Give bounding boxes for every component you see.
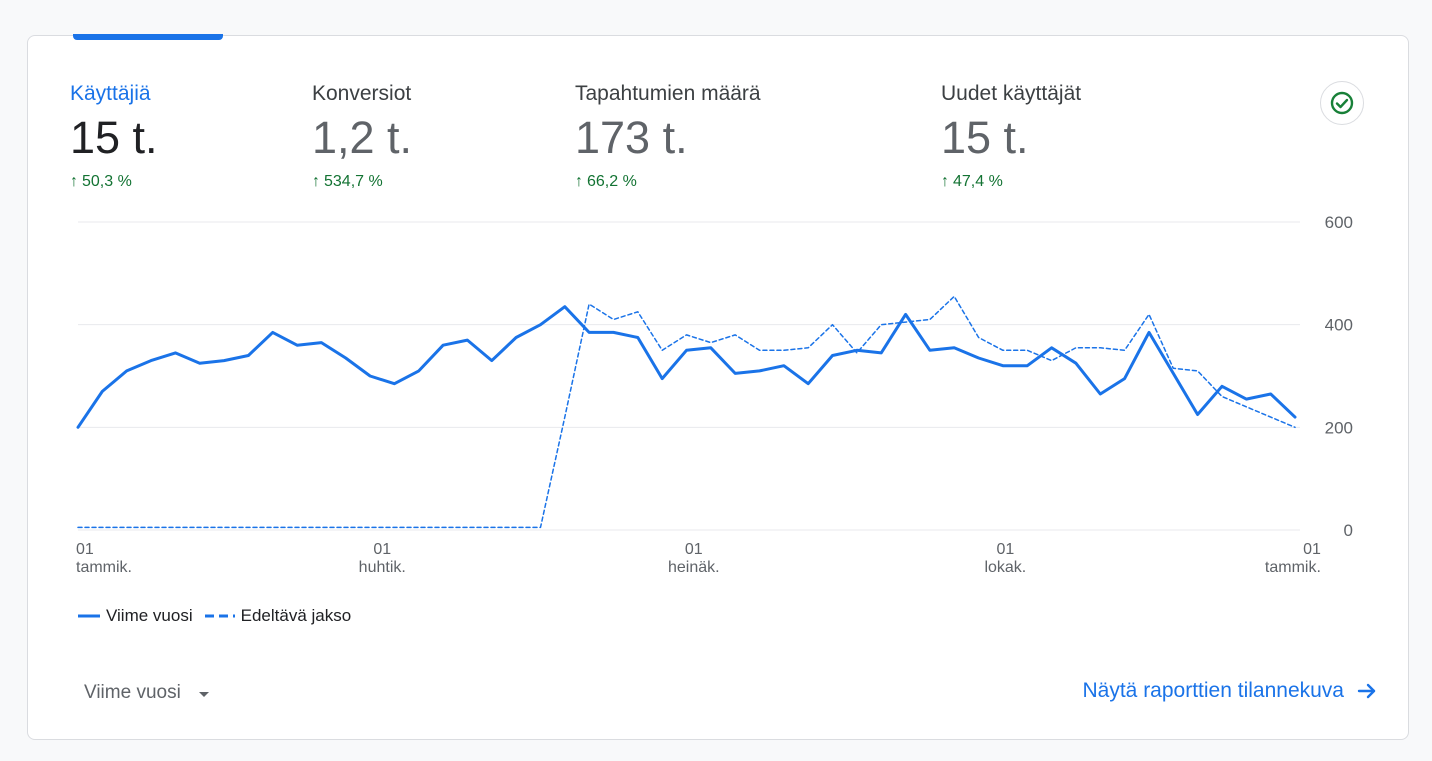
arrow-right-icon xyxy=(1357,683,1376,699)
x-tick-day: 01 xyxy=(996,541,1014,558)
legend-label-current: Viime vuosi xyxy=(106,606,193,625)
x-tick-month: tammik. xyxy=(1265,559,1321,576)
y-tick-label: 0 xyxy=(1344,521,1353,540)
solid-line-swatch xyxy=(78,614,100,618)
report-link-label: Näytä raporttien tilannekuva xyxy=(1082,679,1345,702)
overview-card: Käyttäjiä 15 t. ↑ 50,3 % Konversiot 1,2 t… xyxy=(27,34,1409,740)
dashed-line-swatch xyxy=(204,614,235,618)
x-tick-month: tammik. xyxy=(76,559,132,576)
caret-down-icon xyxy=(198,691,209,697)
line-chart: 600400200001tammik.01huhtik.01heinäk.01l… xyxy=(76,213,1353,576)
y-tick-label: 200 xyxy=(1325,418,1353,437)
view-reports-snapshot-link[interactable]: Näytä raporttien tilannekuva xyxy=(1083,679,1379,703)
x-tick-month: huhtik. xyxy=(359,559,406,576)
x-tick-month: lokak. xyxy=(984,559,1026,576)
x-tick-month: heinäk. xyxy=(668,559,720,576)
x-tick-day: 01 xyxy=(685,541,703,558)
y-tick-label: 400 xyxy=(1325,316,1353,335)
x-tick-day: 01 xyxy=(373,541,391,558)
x-tick-day: 01 xyxy=(1303,541,1321,558)
legend-item-previous: Edeltävä jakso xyxy=(204,606,352,626)
period-dropdown-value: Viime vuosi xyxy=(84,682,181,703)
series-line-previous xyxy=(77,295,1296,529)
y-tick-label: 600 xyxy=(1325,213,1353,232)
chart-legend: Viime vuosi Edeltävä jakso xyxy=(78,606,351,626)
legend-label-previous: Edeltävä jakso xyxy=(240,606,352,625)
legend-item-current: Viime vuosi xyxy=(78,606,193,626)
x-tick-day: 01 xyxy=(76,541,94,558)
period-dropdown[interactable]: Viime vuosi xyxy=(84,682,209,704)
